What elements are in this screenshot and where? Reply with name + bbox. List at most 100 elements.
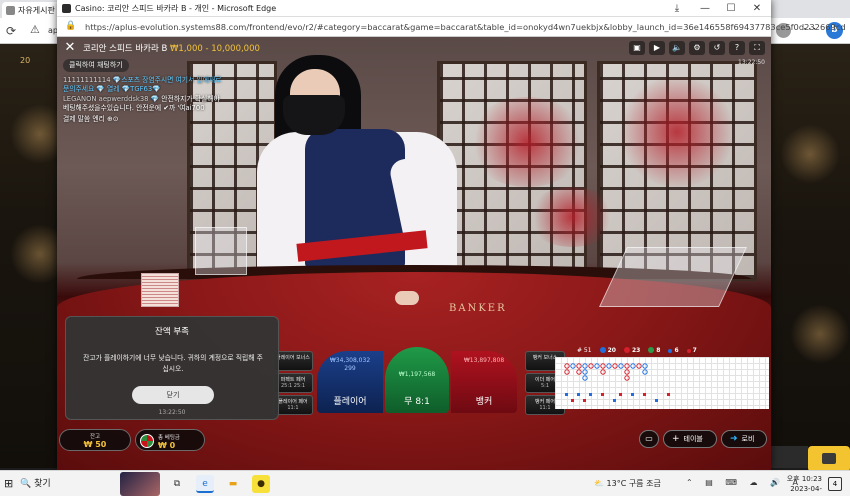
card-shoe [195, 227, 247, 275]
taskbar-search[interactable]: 🔍 찾기 [20, 476, 51, 489]
player-pair-bet[interactable]: 플레이어 페어 11:1 [273, 395, 313, 415]
round-number: # 51 [577, 346, 592, 354]
banker-pair-value: 7 [692, 346, 697, 354]
banker-wins-value: 23 [631, 346, 641, 354]
road-scoreboard[interactable]: # 51 20 23 8 6 7 [555, 343, 769, 413]
lobby-button[interactable]: ➜ 로비 [721, 430, 767, 448]
side-bet-odds: 11:1 [287, 405, 299, 411]
windows-taskbar: ⊞ 🔍 찾기 ⧉ e ▬ ● ⛅ 13°C 구름 조금 ⌃ ▤ ⌨ ☁ 🔊 A … [0, 470, 850, 496]
chip-icon [140, 434, 154, 448]
add-table-button[interactable]: + 테이블 [663, 430, 717, 448]
live-baccarat-game: BANKER ✕ 코리안 스피드 바카라 B ₩1,000 - 10,000,0… [57, 37, 771, 470]
search-highlight-image[interactable] [120, 472, 160, 496]
banker-pair-icon [686, 348, 691, 353]
player-dot-icon [599, 346, 606, 353]
download-icon[interactable]: ⤓ [665, 1, 689, 16]
background-bottom-panel [770, 446, 808, 468]
weather-text: 13°C 구름 조금 [606, 479, 661, 488]
score-summary: # 51 20 23 8 6 7 [577, 345, 767, 355]
player-bet-total: ₩34,308,032 [329, 357, 371, 364]
dealer-hand [395, 291, 419, 305]
edge-app-icon[interactable]: e [196, 475, 214, 493]
dealer-mask [283, 95, 345, 135]
casino-popup-window: Casino: 코리안 스피드 바카라 B - 개인 - Microsoft E… [57, 0, 846, 470]
taskbar-clock[interactable]: 오후 10:23 2023-04-12 [782, 474, 822, 496]
lock-icon[interactable]: 🔒 [65, 21, 76, 31]
game-chat-icon[interactable]: ▭ [639, 430, 659, 448]
lobby-label: 로비 [741, 435, 755, 443]
chat-area: 클릭하여 채팅하기 11111111114 💎스포츠 장염주시면 여기서 입에새… [63, 59, 223, 126]
table-title: 코리안 스피드 바카라 B ₩1,000 - 10,000,000 [83, 42, 260, 54]
weather-widget[interactable]: ⛅ 13°C 구름 조금 [594, 478, 661, 489]
chat-user: 11111111114 [63, 75, 111, 84]
tie-bet-area[interactable]: ₩1,197,568 무 8:1 [385, 347, 449, 413]
fullscreen-icon[interactable]: ⛶ [749, 41, 765, 55]
card-stack [141, 273, 179, 307]
dialog-title: 잔액 부족 [155, 327, 189, 337]
sound-icon[interactable]: 🔈 [669, 41, 685, 55]
add-table-label: 테이블 [683, 435, 703, 443]
close-game-icon[interactable]: ✕ [63, 41, 77, 55]
table-limits: ₩1,000 - 10,000,000 [170, 44, 260, 54]
windows-start-icon[interactable]: ⊞ [4, 477, 18, 491]
banker-label: 뱅커 [475, 397, 493, 407]
task-view-icon[interactable]: ⧉ [168, 475, 186, 493]
reload-icon[interactable]: ⟳ [6, 24, 16, 38]
total-bet-value: ₩ 0 [158, 441, 176, 450]
background-left-label: 20 [20, 56, 31, 65]
player-pair-icon [668, 348, 673, 353]
player-bonus-bet[interactable]: 플레이어 보너스 [273, 351, 313, 371]
kakaotalk-icon[interactable]: ● [252, 475, 270, 493]
player-bet-count: 299 [344, 365, 356, 372]
banker-wins: 23 [623, 346, 641, 354]
background-tab[interactable]: 자유게시판 특 [2, 2, 60, 18]
help-icon[interactable]: ? [729, 41, 745, 55]
chat-icon[interactable]: ▣ [629, 41, 645, 55]
video-icon[interactable]: ▶ [649, 41, 665, 55]
chat-message: LEGANON aepwerddsk38 💎 안전하지가 확실해야 베팅해주셨을… [63, 95, 223, 113]
game-clock: 13:22:50 [738, 59, 765, 66]
chat-message: 결제 말씀 엔리 ⊕⊙ [63, 115, 223, 124]
clock-time: 오후 10:23 [786, 475, 822, 483]
banker-felt-text: BANKER [449, 303, 507, 314]
side-bet-odds: 25:1 25:1 [280, 383, 306, 389]
table-name: 코리안 스피드 바카라 B [83, 44, 168, 54]
dialog-message: 잔고가 플레이하기에 너무 낮습니다. 귀하의 계정으로 직립해 주십시오. [83, 354, 263, 373]
road-grid [555, 357, 769, 409]
notification-icon[interactable]: 4 [828, 477, 842, 491]
plus-icon: + [672, 434, 680, 444]
player-wins-value: 20 [607, 346, 616, 354]
warning-icon[interactable]: ⚠ [30, 23, 40, 36]
settings-icon[interactable]: ⚙ [689, 41, 705, 55]
player-pairs: 6 [668, 347, 679, 354]
banker-pairs: 7 [686, 346, 697, 354]
chat-bubble-icon [822, 453, 836, 464]
background-tab-title: 자유게시판 특 [18, 6, 60, 15]
lobby-arrow-icon: ➜ [730, 434, 738, 444]
balance-label: 잔고 [89, 434, 101, 440]
road-marks [564, 363, 670, 402]
dialog-close-button[interactable]: 닫기 [132, 386, 214, 404]
window-url[interactable]: https://aplus-evolution.systems88.com/fr… [85, 22, 846, 32]
window-title: Casino: 코리안 스피드 바카라 B - 개인 - Microsoft E… [75, 4, 277, 13]
history-icon[interactable]: ↺ [709, 41, 725, 55]
perfect-pair-bet[interactable]: 퍼펙트 페어 25:1 25:1 [273, 373, 313, 393]
file-explorer-icon[interactable]: ▬ [224, 475, 242, 493]
blossom-decor [467, 97, 587, 187]
banker-dot-icon [623, 346, 630, 353]
minimize-button[interactable]: — [693, 1, 717, 16]
player-bet-area[interactable]: ₩34,308,032 299 플레이어 [317, 351, 383, 413]
tie-label: 무 8:1 [404, 397, 430, 407]
maximize-button[interactable]: ☐ [719, 1, 743, 16]
total-bet-label: 총 베팅금 [158, 435, 180, 441]
banker-bet-total: ₩13,897,808 [463, 357, 505, 364]
insufficient-balance-dialog: 잔액 부족 잔고가 플레이하기에 너무 낮습니다. 귀하의 계정으로 직립해 주… [65, 316, 279, 420]
banker-bet-area[interactable]: ₩13,897,808 뱅커 [451, 351, 517, 413]
background-chat-button[interactable] [808, 446, 850, 472]
tie-bet-total: ₩1,197,568 [398, 371, 436, 378]
tie-dot-icon [648, 346, 655, 353]
close-window-button[interactable]: ✕ [745, 1, 769, 16]
decor-light [780, 124, 840, 184]
betting-panel: 플레이어 보너스 퍼펙트 페어 25:1 25:1 플레이어 페어 11:1 ₩… [273, 347, 565, 417]
chat-open-button[interactable]: 클릭하여 채팅하기 [63, 59, 129, 72]
